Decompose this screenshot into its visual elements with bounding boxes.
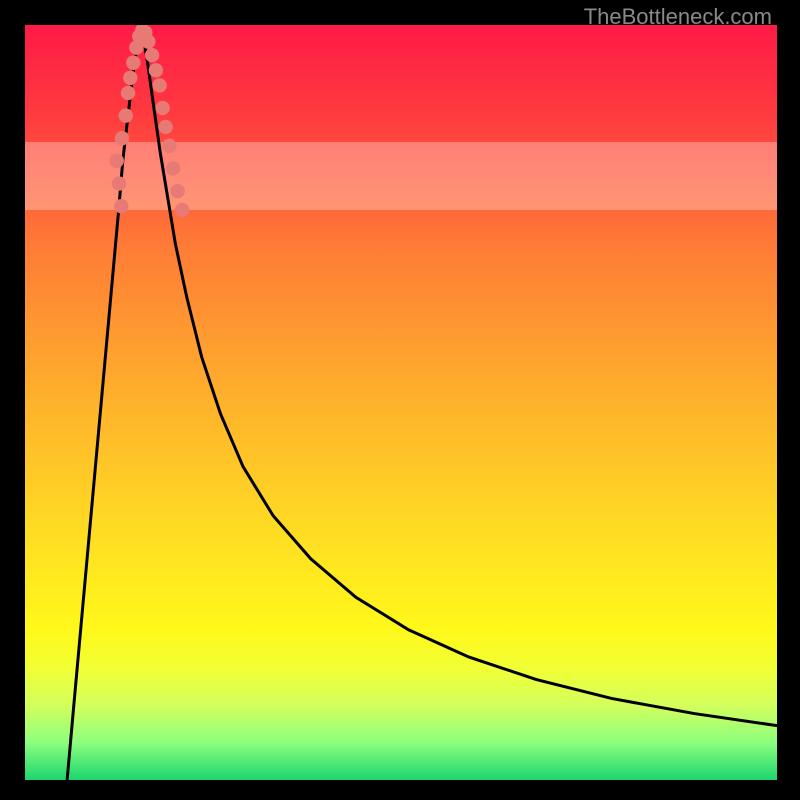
scatter-point (123, 71, 137, 85)
scatter-point (152, 78, 166, 92)
scatter-point (175, 203, 189, 217)
scatter-point (145, 48, 159, 62)
gradient-background (25, 25, 777, 780)
scatter-point (162, 139, 176, 153)
scatter-point (126, 56, 140, 70)
chart-frame (25, 25, 777, 780)
scatter-point (114, 199, 128, 213)
scatter-point (112, 176, 126, 190)
scatter-point (115, 131, 129, 145)
scatter-point (110, 154, 124, 168)
scatter-point (155, 101, 169, 115)
scatter-point (141, 34, 155, 48)
pale-yellow-band (25, 142, 777, 210)
scatter-point (149, 63, 163, 77)
scatter-point (166, 161, 180, 175)
scatter-point (158, 120, 172, 134)
watermark-text: TheBottleneck.com (584, 4, 772, 30)
scatter-point (119, 108, 133, 122)
scatter-point (170, 184, 184, 198)
scatter-point (121, 86, 135, 100)
bottleneck-chart (25, 25, 777, 780)
